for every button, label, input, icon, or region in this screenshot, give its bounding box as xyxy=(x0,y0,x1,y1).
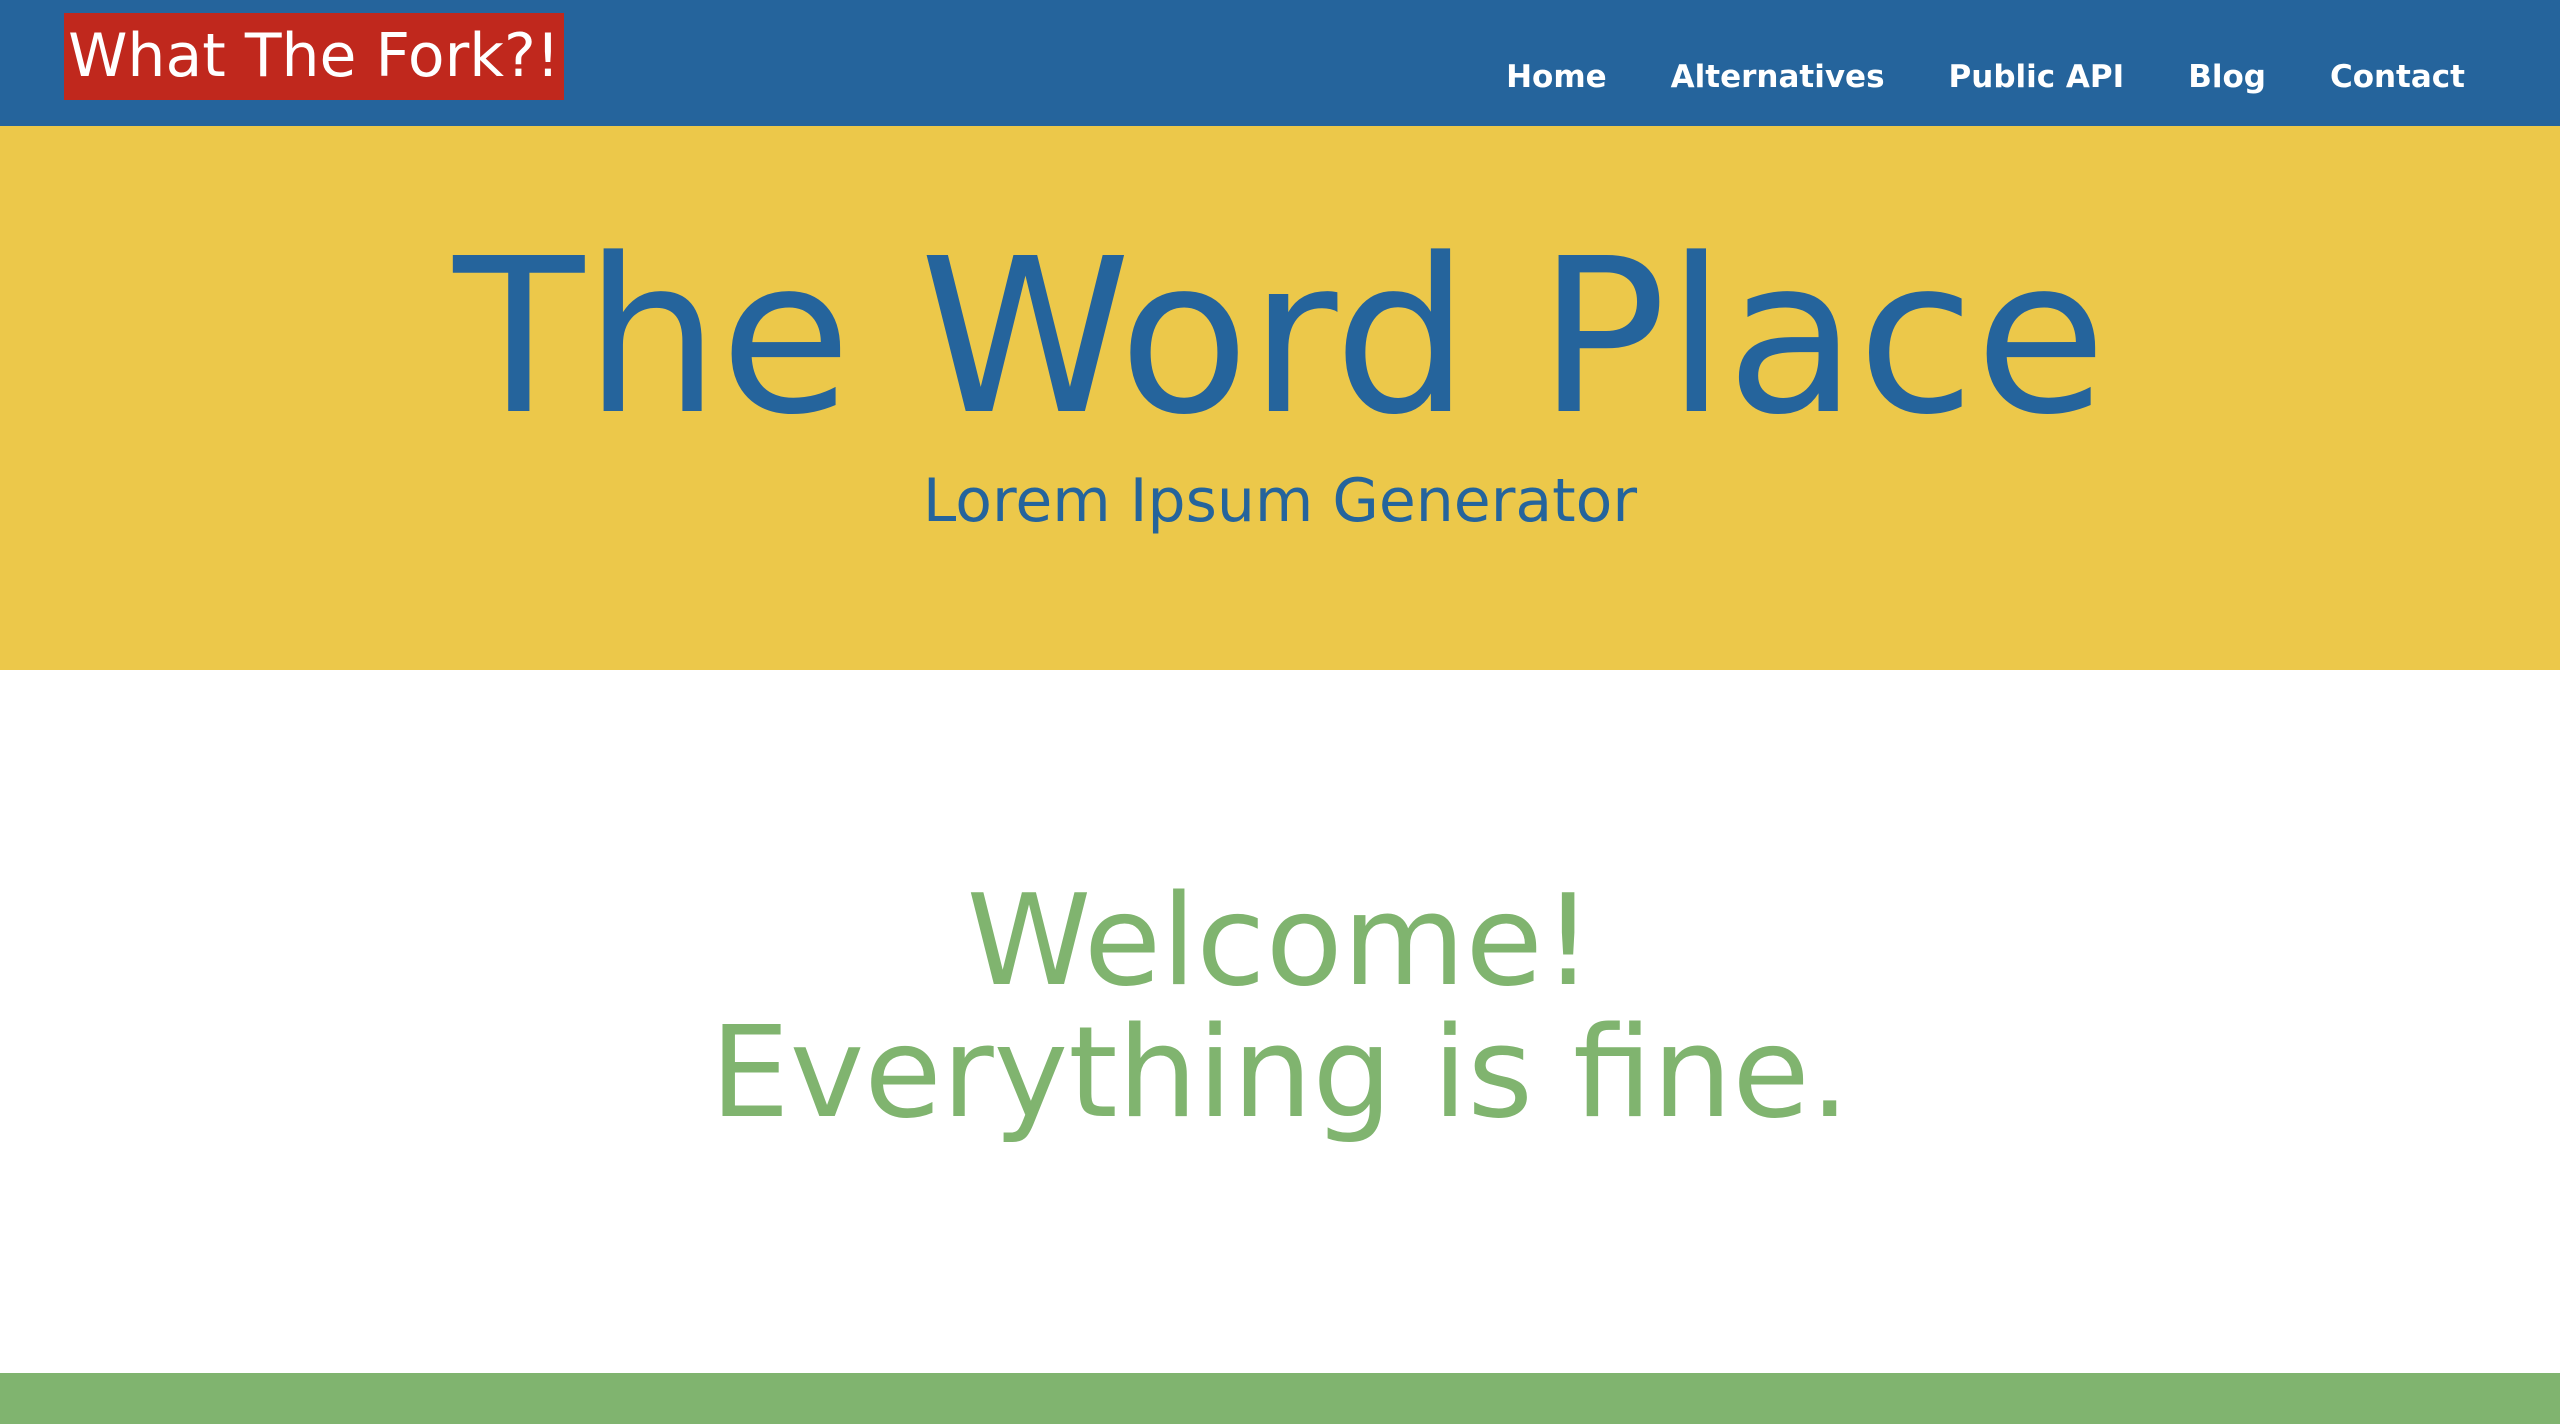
footer-bar xyxy=(0,1373,2560,1424)
nav-link-alternatives[interactable]: Alternatives xyxy=(1671,59,1885,95)
site-logo[interactable]: What The Fork?! xyxy=(64,13,564,100)
nav-link-blog[interactable]: Blog xyxy=(2188,59,2266,95)
welcome-line-1: Welcome! xyxy=(966,867,1594,1014)
welcome-message: Welcome! Everything is fine. xyxy=(0,875,2560,1139)
nav-link-contact[interactable]: Contact xyxy=(2330,59,2465,95)
top-navbar: What The Fork?! Home Alternatives Public… xyxy=(0,0,2560,126)
nav-link-home[interactable]: Home xyxy=(1506,59,1607,95)
nav-link-public-api[interactable]: Public API xyxy=(1949,59,2125,95)
hero-banner: The Word Place Lorem Ipsum Generator xyxy=(0,126,2560,670)
hero-subtitle: Lorem Ipsum Generator xyxy=(922,466,1638,536)
welcome-line-2: Everything is fine. xyxy=(710,999,1850,1146)
hero-title: The Word Place xyxy=(453,213,2107,462)
main-nav: Home Alternatives Public API Blog Contac… xyxy=(1506,52,2465,102)
